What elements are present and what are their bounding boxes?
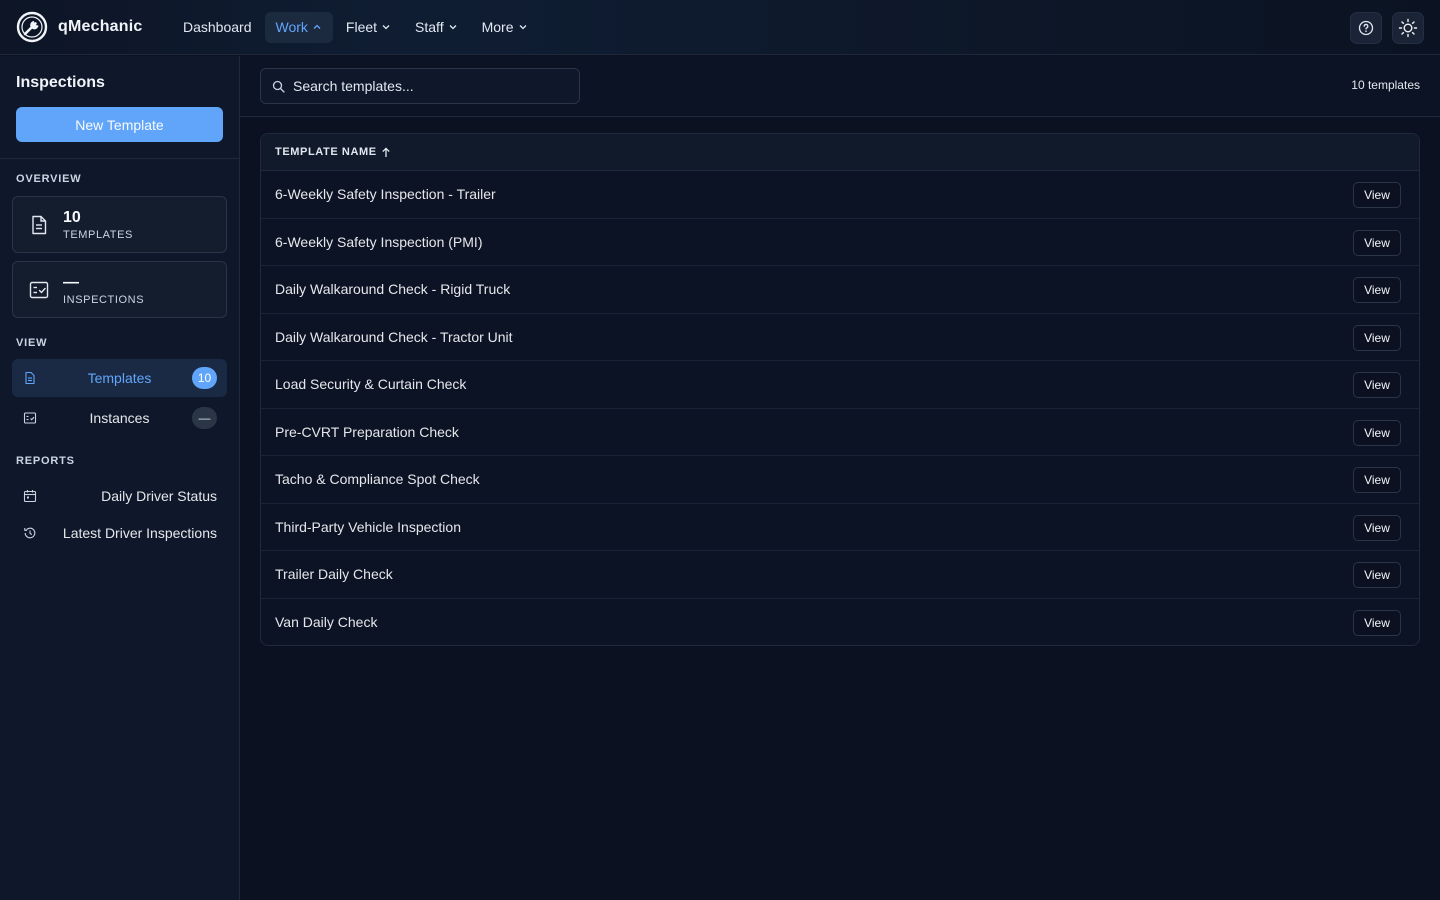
chevron-up-icon	[313, 24, 321, 29]
templates-stat-value: 10	[63, 209, 81, 226]
nav-label: Staff	[415, 19, 444, 35]
sidebar-item-latest-driver-inspections[interactable]: Latest Driver Inspections	[12, 518, 227, 548]
sun-icon	[1398, 18, 1418, 38]
chevron-down-icon	[382, 25, 390, 30]
column-header-template-name[interactable]: TEMPLATE NAME	[275, 146, 377, 158]
nav-fleet[interactable]: Fleet	[335, 12, 402, 43]
chevron-down-icon	[449, 25, 457, 30]
sidebar-item-daily-driver-status[interactable]: Daily Driver Status	[12, 481, 227, 511]
table-row[interactable]: Van Daily Check View	[261, 599, 1419, 646]
top-actions	[1340, 12, 1424, 44]
template-name: Van Daily Check	[275, 614, 378, 631]
view-button[interactable]: View	[1353, 514, 1401, 541]
nav-dashboard[interactable]: Dashboard	[172, 12, 263, 43]
template-name: 6-Weekly Safety Inspection - Trailer	[275, 186, 496, 203]
sidebar-item-templates[interactable]: Templates 10	[12, 359, 227, 397]
search-icon	[272, 80, 285, 93]
table-header[interactable]: TEMPLATE NAME	[261, 134, 1419, 171]
sidebar-item-label: Daily Driver Status	[101, 488, 217, 504]
view-button[interactable]: View	[1353, 609, 1401, 636]
table-row[interactable]: Trailer Daily Check View	[261, 551, 1419, 599]
overview-section-label: OVERVIEW	[16, 173, 82, 185]
sidebar: Inspections New Template OVERVIEW 10 TEM…	[0, 56, 240, 900]
nav-label: Dashboard	[183, 19, 252, 35]
nav-more[interactable]: More	[471, 12, 539, 43]
search-box[interactable]	[260, 68, 580, 104]
wrench-logo-icon	[16, 11, 48, 43]
template-name: Daily Walkaround Check - Tractor Unit	[275, 328, 513, 345]
history-icon	[24, 527, 36, 539]
nav-label: More	[481, 19, 514, 35]
template-name: Third-Party Vehicle Inspection	[275, 518, 461, 535]
sidebar-item-instances[interactable]: Instances —	[12, 399, 227, 437]
stat-card-inspections[interactable]: — INSPECTIONS	[12, 261, 227, 318]
view-button[interactable]: View	[1353, 467, 1401, 493]
search-input[interactable]	[293, 69, 573, 103]
document-icon	[32, 215, 47, 235]
calendar-icon	[23, 490, 37, 503]
help-button[interactable]	[1350, 12, 1382, 44]
templates-table: TEMPLATE NAME 6-Weekly Safety Inspection…	[260, 133, 1420, 646]
count-badge: 10	[192, 367, 217, 389]
view-button[interactable]: View	[1353, 419, 1401, 446]
stat-card-templates[interactable]: 10 TEMPLATES	[12, 196, 227, 253]
main-header: 10 templates	[240, 56, 1440, 117]
template-name: Load Security & Curtain Check	[275, 376, 467, 393]
nav-staff[interactable]: Staff	[404, 12, 469, 43]
table-row[interactable]: Daily Walkaround Check - Tractor Unit Vie…	[261, 314, 1419, 361]
inspections-stat-value: —	[63, 274, 79, 291]
template-name: Tacho & Compliance Spot Check	[275, 471, 480, 488]
table-row[interactable]: Third-Party Vehicle Inspection View	[261, 504, 1419, 551]
nav-label: Work	[275, 19, 308, 35]
table-row[interactable]: 6-Weekly Safety Inspection (PMI) View	[261, 219, 1419, 266]
theme-toggle-button[interactable]	[1392, 12, 1424, 44]
table-body: 6-Weekly Safety Inspection - Trailer View…	[261, 171, 1419, 646]
main-nav: Dashboard Work Fleet Staff More	[172, 11, 541, 43]
help-circle-icon	[1358, 20, 1374, 36]
template-count: 10 templates	[1351, 78, 1420, 92]
view-button[interactable]: View	[1353, 324, 1401, 351]
view-button[interactable]: View	[1353, 229, 1401, 256]
reports-section-label: REPORTS	[16, 455, 75, 467]
nav-work[interactable]: Work	[264, 11, 333, 43]
template-name: 6-Weekly Safety Inspection (PMI)	[275, 233, 483, 250]
new-template-button[interactable]: New Template	[16, 107, 223, 142]
sort-ascending-icon[interactable]	[381, 146, 391, 158]
template-name: Pre-CVRT Preparation Check	[275, 423, 459, 440]
view-button[interactable]: View	[1353, 277, 1401, 303]
chevron-down-icon	[519, 25, 526, 30]
sidebar-item-label: Latest Driver Inspections	[62, 525, 217, 541]
template-name: Daily Walkaround Check - Rigid Truck	[275, 281, 511, 298]
table-row[interactable]: Load Security & Curtain Check View	[261, 361, 1419, 409]
view-button[interactable]: View	[1353, 372, 1401, 398]
templates-stat-label: TEMPLATES	[63, 229, 133, 241]
checklist-icon	[29, 281, 49, 299]
view-button[interactable]: View	[1353, 182, 1401, 208]
view-button[interactable]: View	[1353, 562, 1401, 588]
table-row[interactable]: Daily Walkaround Check - Rigid Truck View	[261, 266, 1419, 314]
sidebar-title: Inspections	[16, 74, 105, 91]
sidebar-divider	[0, 158, 239, 159]
table-row[interactable]: Pre-CVRT Preparation Check View	[261, 409, 1419, 456]
table-row[interactable]: 6-Weekly Safety Inspection - Trailer View	[261, 171, 1419, 219]
count-badge: —	[192, 407, 217, 429]
brand[interactable]: qMechanic	[16, 11, 166, 43]
top-navbar: qMechanic Dashboard Work Fleet Staff Mor…	[0, 0, 1440, 55]
template-name: Trailer Daily Check	[275, 566, 393, 583]
table-row[interactable]: Tacho & Compliance Spot Check View	[261, 456, 1419, 504]
view-section-label: VIEW	[16, 337, 48, 349]
inspections-stat-label: INSPECTIONS	[63, 294, 145, 306]
app-name: qMechanic	[58, 18, 143, 35]
nav-label: Fleet	[345, 19, 378, 35]
